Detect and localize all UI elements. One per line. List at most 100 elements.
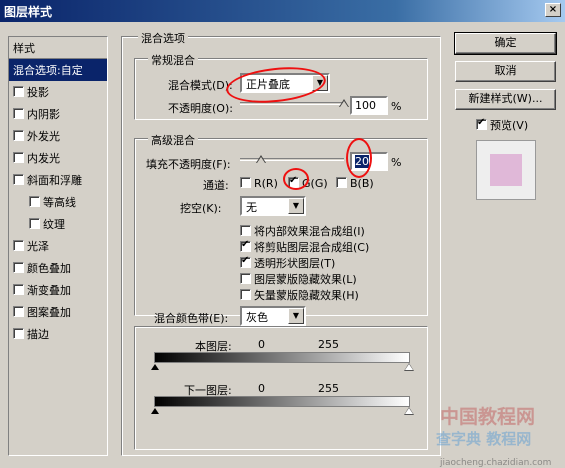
sidebar-item-1[interactable]: 投影 [9, 81, 107, 103]
new-style-button[interactable]: 新建样式(W)... [455, 89, 556, 110]
checkbox-checked-icon [240, 255, 251, 268]
preview-checkbox[interactable]: 预览(V) [476, 117, 528, 133]
sidebar-item-11[interactable]: 图案叠加 [9, 301, 107, 323]
checkbox-icon[interactable] [13, 86, 24, 97]
under-layer-min: 0 [258, 382, 265, 395]
advanced-option-4[interactable]: 矢量蒙版隐藏效果(H) [240, 287, 359, 303]
advanced-option-label: 透明形状图层(T) [254, 257, 336, 270]
blend-if-value: 灰色 [246, 311, 268, 324]
window-titlebar: 图层样式 × [0, 0, 565, 22]
channel-g-checkbox[interactable]: G(G) [288, 175, 328, 190]
checkbox-icon[interactable] [13, 328, 24, 339]
opacity-input[interactable]: 100 [350, 96, 388, 115]
styles-list: 样式 混合选项:自定投影内阴影外发光内发光斜面和浮雕等高线纹理光泽颜色叠加渐变叠… [8, 36, 108, 456]
cancel-button[interactable]: 取消 [455, 61, 556, 82]
advanced-option-label: 将内部效果混合成组(I) [254, 225, 365, 238]
sidebar-item-label: 内阴影 [27, 108, 60, 121]
checkbox-icon [240, 289, 251, 300]
style-preview [476, 140, 536, 200]
checkbox-icon [240, 177, 251, 188]
knockout-label: 挖空(K): [180, 202, 222, 215]
checkbox-icon[interactable] [13, 152, 24, 163]
blend-if-select[interactable]: 灰色 ▼ [240, 306, 306, 326]
under-layer-black-slider[interactable] [151, 408, 159, 414]
opacity-slider[interactable] [240, 102, 344, 105]
general-blending-title: 常规混合 [148, 52, 198, 68]
sidebar-item-label: 纹理 [43, 218, 65, 231]
knockout-select[interactable]: 无 ▼ [240, 196, 306, 216]
checkbox-icon [336, 177, 347, 188]
watermark-sub: 查字典 教程网 [436, 430, 532, 448]
checkbox-icon[interactable] [13, 108, 24, 119]
preview-swatch [490, 154, 522, 186]
blend-if-label: 混合颜色带(E): [154, 312, 229, 325]
sidebar-item-7[interactable]: 纹理 [9, 213, 107, 235]
chevron-down-icon: ▼ [288, 308, 304, 324]
fill-opacity-unit: % [391, 156, 402, 169]
sidebar-item-label: 图案叠加 [27, 306, 71, 319]
this-layer-white-slider[interactable] [404, 363, 414, 371]
channel-b-checkbox[interactable]: B(B) [336, 177, 374, 190]
blend-mode-label: 混合模式(D): [168, 79, 233, 92]
fill-opacity-label: 填充不透明度(F): [146, 158, 231, 171]
sidebar-item-label: 颜色叠加 [27, 262, 71, 275]
knockout-value: 无 [246, 201, 257, 214]
blend-mode-select[interactable]: 正片叠底 ▼ [240, 73, 330, 93]
this-layer-min: 0 [258, 338, 265, 351]
sidebar-item-label: 外发光 [27, 130, 60, 143]
sidebar-item-label: 混合选项:自定 [13, 64, 83, 77]
advanced-option-0[interactable]: 将内部效果混合成组(I) [240, 223, 365, 239]
this-layer-black-slider[interactable] [151, 364, 159, 370]
advanced-option-3[interactable]: 图层蒙版隐藏效果(L) [240, 271, 357, 287]
ok-button[interactable]: 确定 [454, 32, 557, 55]
styles-list-header[interactable]: 样式 [9, 37, 107, 59]
fill-opacity-slider-thumb[interactable] [255, 155, 266, 163]
sidebar-item-12[interactable]: 描边 [9, 323, 107, 345]
checkbox-icon[interactable] [13, 174, 24, 185]
sidebar-item-label: 等高线 [43, 196, 76, 209]
checkbox-icon[interactable] [29, 218, 40, 229]
advanced-option-2[interactable]: 透明形状图层(T) [240, 255, 335, 271]
close-button[interactable]: × [545, 3, 561, 17]
channel-r-checkbox[interactable]: R(R) [240, 177, 278, 190]
fill-opacity-input[interactable]: 20 [350, 152, 388, 171]
sidebar-item-9[interactable]: 颜色叠加 [9, 257, 107, 279]
sidebar-item-4[interactable]: 内发光 [9, 147, 107, 169]
advanced-option-label: 将剪贴图层混合成组(C) [254, 241, 370, 254]
opacity-slider-thumb[interactable] [339, 99, 349, 107]
advanced-option-1[interactable]: 将剪贴图层混合成组(C) [240, 239, 369, 255]
sidebar-item-3[interactable]: 外发光 [9, 125, 107, 147]
sidebar-item-10[interactable]: 渐变叠加 [9, 279, 107, 301]
checkbox-icon[interactable] [13, 262, 24, 273]
opacity-label: 不透明度(O): [168, 102, 233, 115]
chevron-down-icon: ▼ [288, 198, 304, 214]
sidebar-item-0[interactable]: 混合选项:自定 [9, 59, 107, 81]
sidebar-item-5[interactable]: 斜面和浮雕 [9, 169, 107, 191]
styles-items: 混合选项:自定投影内阴影外发光内发光斜面和浮雕等高线纹理光泽颜色叠加渐变叠加图案… [9, 59, 107, 345]
sidebar-item-8[interactable]: 光泽 [9, 235, 107, 257]
checkbox-icon [240, 273, 251, 284]
sidebar-item-label: 斜面和浮雕 [27, 174, 82, 187]
checkbox-icon [240, 225, 251, 236]
checkbox-icon[interactable] [13, 306, 24, 317]
watermark-logo: 中国教程网 [440, 406, 536, 428]
advanced-option-label: 图层蒙版隐藏效果(L) [254, 273, 357, 286]
this-layer-gradient [154, 352, 410, 363]
sidebar-item-label: 渐变叠加 [27, 284, 71, 297]
sidebar-item-label: 内发光 [27, 152, 60, 165]
sidebar-item-label: 投影 [27, 86, 49, 99]
sidebar-item-6[interactable]: 等高线 [9, 191, 107, 213]
opacity-unit: % [391, 100, 402, 113]
sidebar-item-2[interactable]: 内阴影 [9, 103, 107, 125]
checkbox-icon[interactable] [13, 284, 24, 295]
checkbox-icon[interactable] [13, 130, 24, 141]
checkbox-icon[interactable] [29, 196, 40, 207]
window-title: 图层样式 [4, 5, 53, 19]
layer-style-dialog: 样式 混合选项:自定投影内阴影外发光内发光斜面和浮雕等高线纹理光泽颜色叠加渐变叠… [0, 22, 565, 468]
under-layer-max: 255 [318, 382, 339, 395]
close-icon: × [548, 4, 558, 15]
advanced-blending-title: 高级混合 [148, 132, 198, 148]
checkbox-icon[interactable] [13, 240, 24, 251]
this-layer-max: 255 [318, 338, 339, 351]
under-layer-white-slider[interactable] [404, 407, 414, 415]
